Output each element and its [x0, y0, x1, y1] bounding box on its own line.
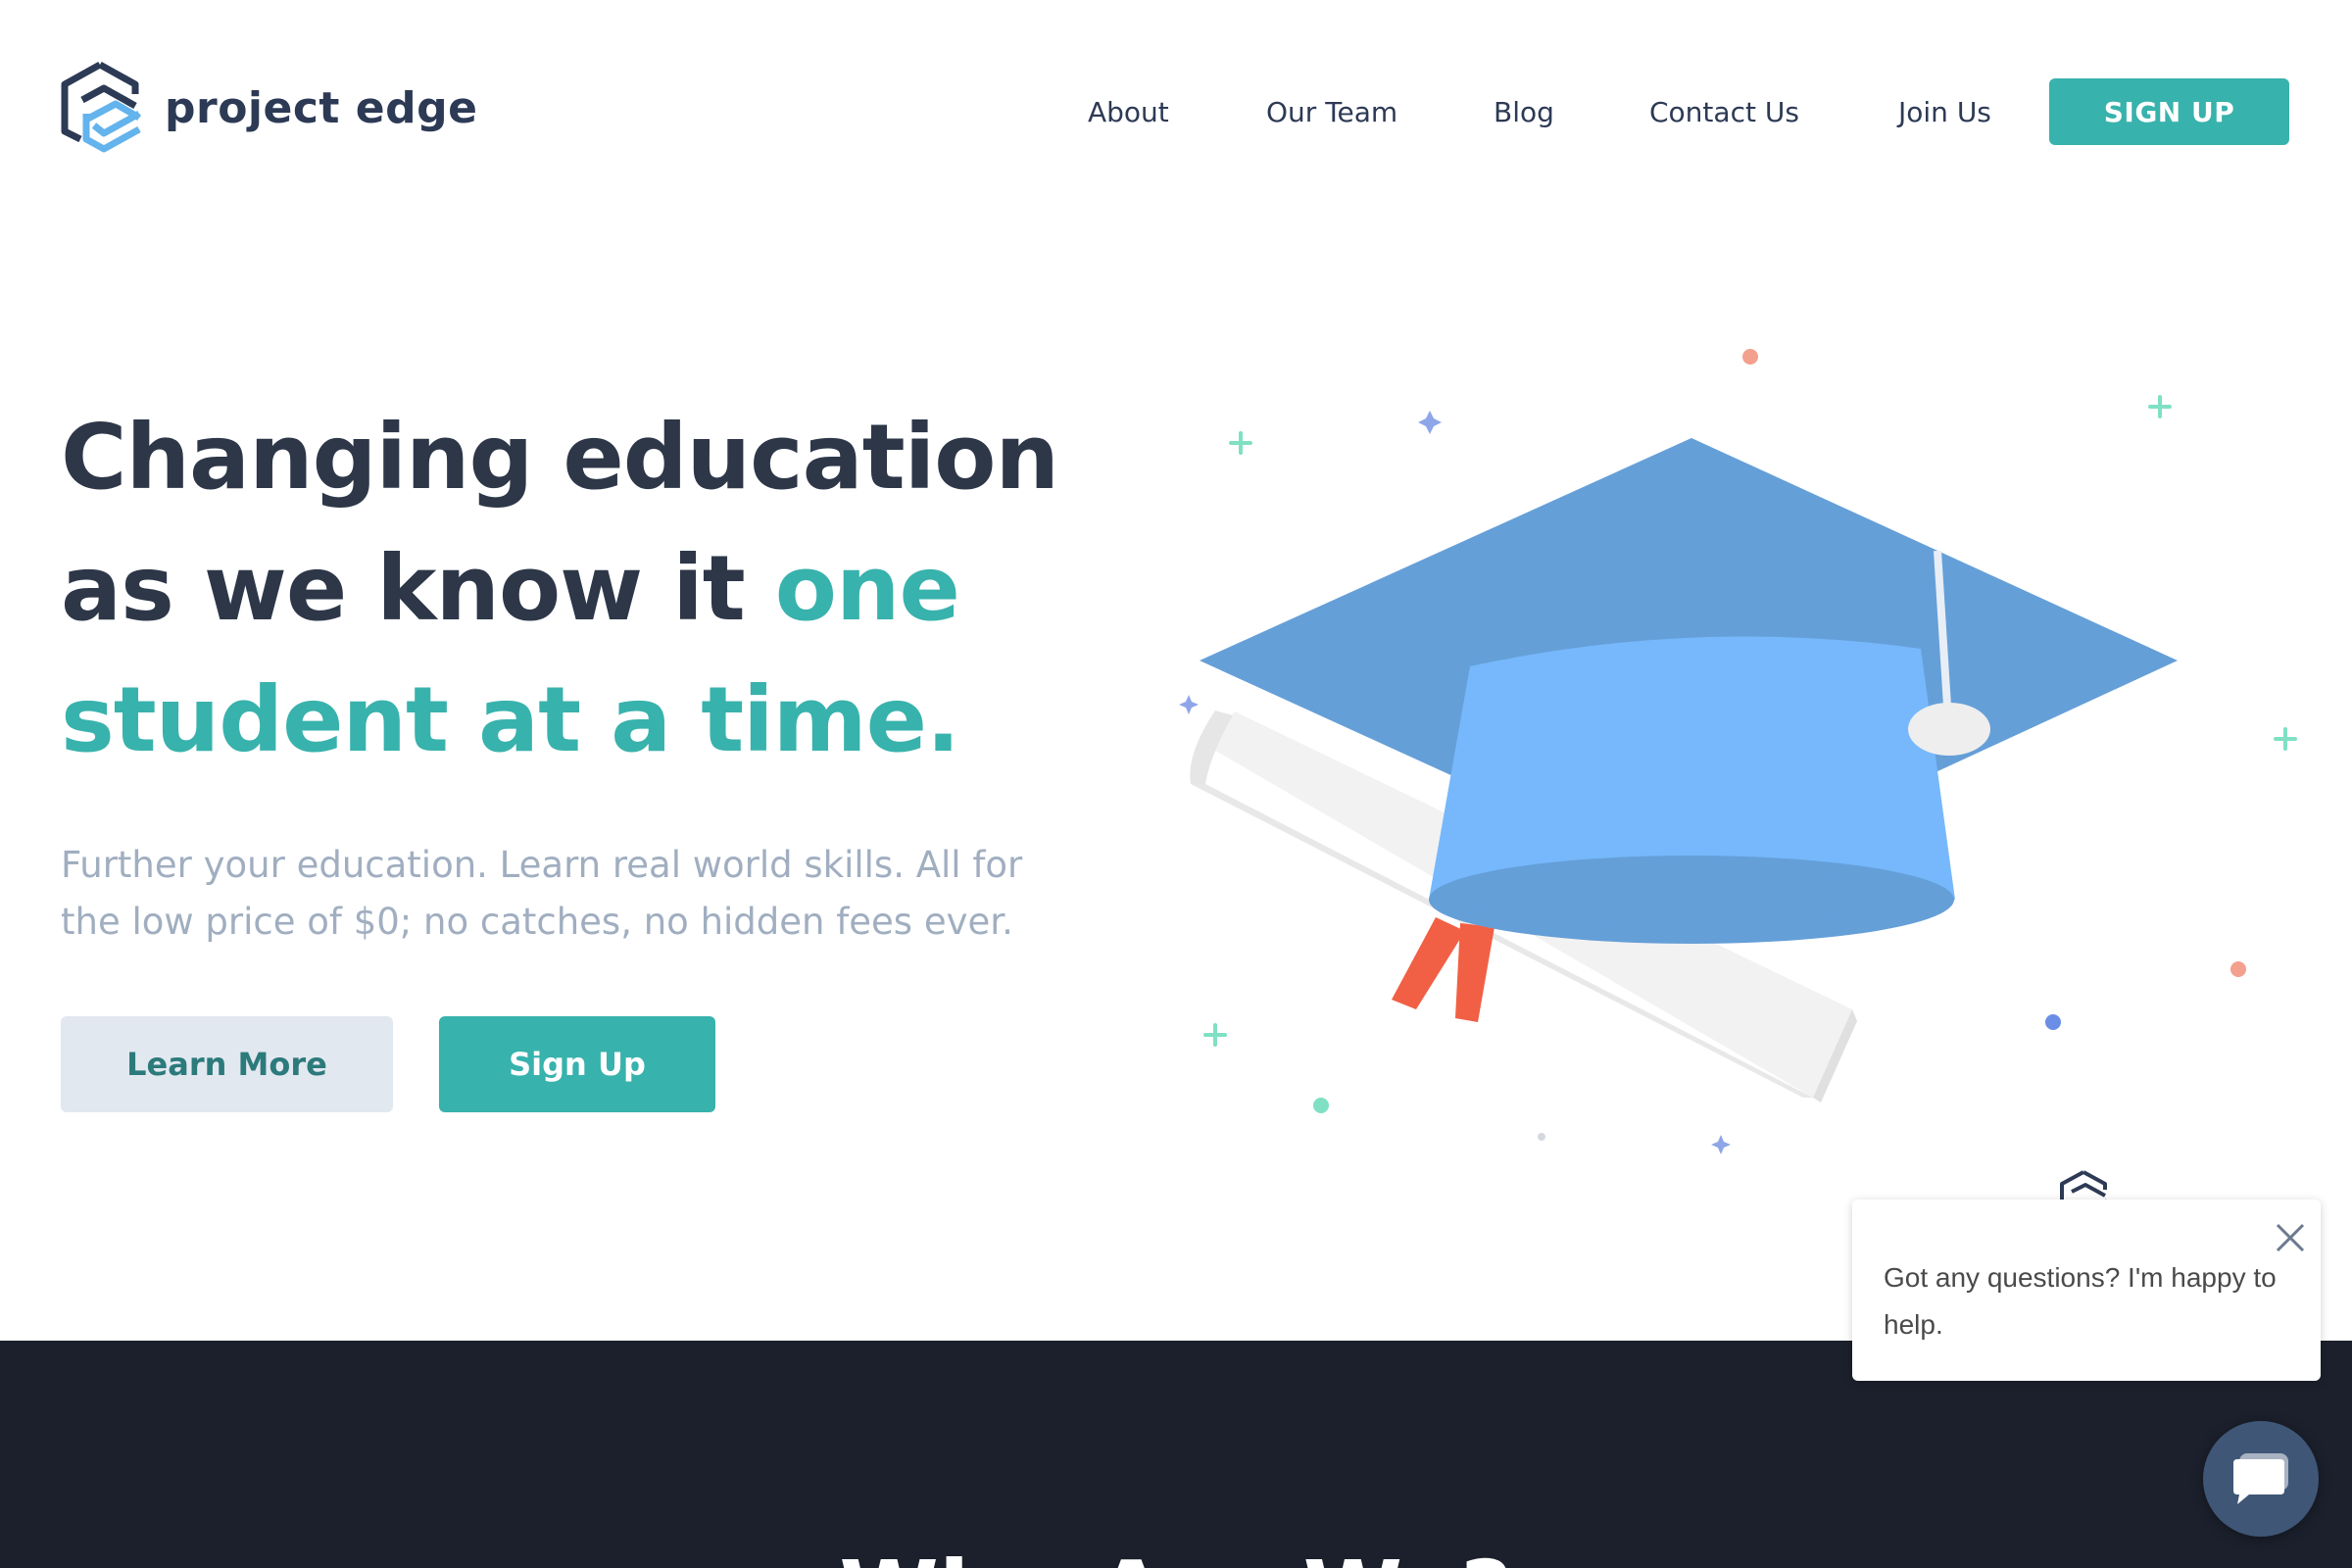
header-signup-button[interactable]: SIGN UP: [2049, 78, 2289, 145]
hero-subtitle: Further your education. Learn real world…: [61, 844, 1023, 943]
learn-more-button[interactable]: Learn More: [61, 1016, 393, 1112]
tassel-button: [1908, 703, 1990, 756]
hero-title-line1: Changing education: [61, 405, 1059, 510]
ribbon: [1392, 917, 1494, 1022]
chat-message-text: Got any questions? I'm happy to help.: [1884, 1262, 2277, 1340]
nav-link-about[interactable]: About: [1088, 96, 1169, 128]
sign-up-button[interactable]: Sign Up: [439, 1016, 715, 1112]
nav-link-join-us[interactable]: Join Us: [1898, 96, 1991, 128]
chat-icon: [2233, 1453, 2288, 1504]
hero-title-accent-one: one: [774, 536, 960, 641]
site-header: project edge About Our Team Blog Contact…: [0, 0, 2352, 225]
section-title: Who Are We?: [0, 1542, 2352, 1568]
nav-link-contact-us[interactable]: Contact Us: [1649, 96, 1799, 128]
hero-title-line3: student at a time.: [61, 667, 960, 772]
hero-title: Changing education as we know it one stu…: [61, 392, 1100, 786]
main-nav: About Our Team Blog Contact Us Join Us S…: [0, 78, 2352, 147]
chat-message-bubble[interactable]: Got any questions? I'm happy to help.: [1852, 1200, 2321, 1381]
nav-link-our-team[interactable]: Our Team: [1266, 96, 1397, 128]
nav-link-blog[interactable]: Blog: [1494, 96, 1554, 128]
chat-launcher-button[interactable]: [2203, 1421, 2319, 1537]
hero-title-line2: as we know it: [61, 536, 775, 641]
close-icon[interactable]: [2274, 1221, 2307, 1254]
graduation-cap-illustration-icon: [1179, 349, 2297, 1154]
